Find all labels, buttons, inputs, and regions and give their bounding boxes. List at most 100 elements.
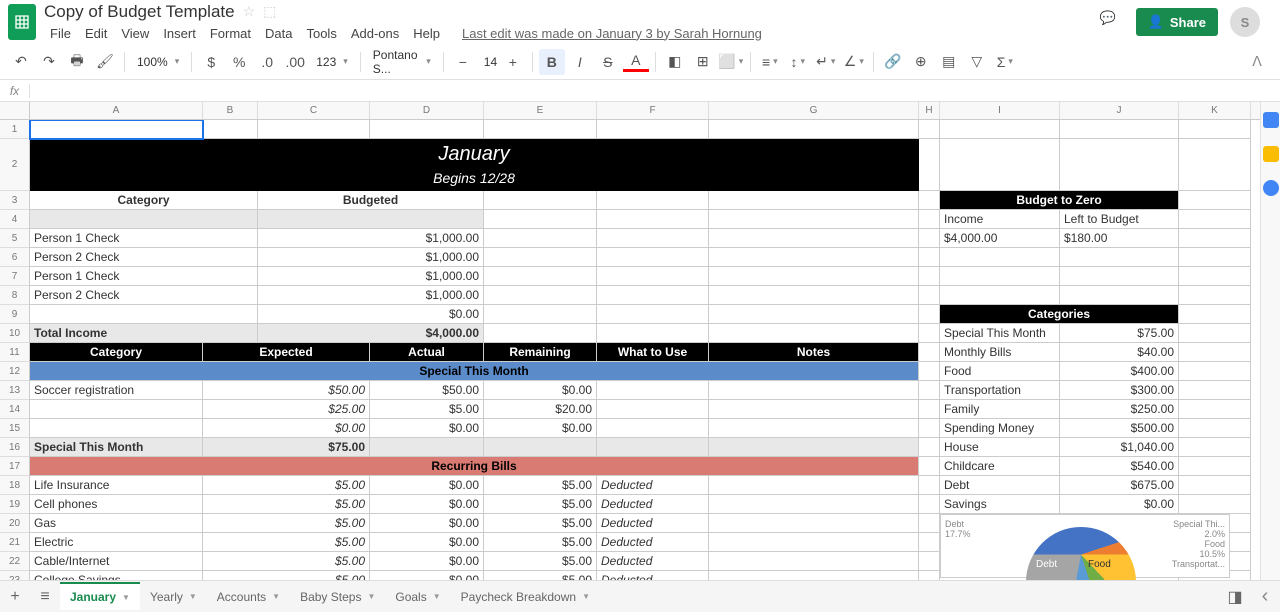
cell[interactable] bbox=[1060, 139, 1179, 191]
chevron-down-icon[interactable]: ▼ bbox=[122, 593, 130, 602]
cell[interactable] bbox=[940, 139, 1060, 191]
cell[interactable]: Categories bbox=[940, 305, 1179, 324]
cell[interactable]: $540.00 bbox=[1060, 457, 1179, 476]
chevron-down-icon[interactable]: ▼ bbox=[433, 592, 441, 601]
cell[interactable]: Debt bbox=[940, 476, 1060, 495]
font-size[interactable]: 14 bbox=[478, 55, 498, 69]
row-header[interactable]: 13 bbox=[0, 381, 29, 400]
cell[interactable]: Total Income bbox=[30, 324, 258, 343]
cell[interactable]: Deducted bbox=[597, 514, 709, 533]
cell[interactable]: $0.00 bbox=[370, 495, 484, 514]
cell[interactable]: $0.00 bbox=[370, 476, 484, 495]
sheets-logo[interactable] bbox=[8, 4, 36, 40]
cell[interactable] bbox=[1179, 324, 1251, 343]
cell[interactable]: $500.00 bbox=[1060, 419, 1179, 438]
menu-edit[interactable]: Edit bbox=[79, 24, 113, 43]
text-color-button[interactable]: A bbox=[623, 52, 649, 72]
cell[interactable]: Category bbox=[30, 343, 203, 362]
cell[interactable] bbox=[919, 362, 940, 381]
cell[interactable]: $0.00 bbox=[370, 419, 484, 438]
cell[interactable]: Special This Month bbox=[940, 324, 1060, 343]
row-header[interactable]: 17 bbox=[0, 457, 29, 476]
row-header[interactable]: 21 bbox=[0, 533, 29, 552]
cell[interactable] bbox=[484, 210, 597, 229]
cell[interactable] bbox=[709, 400, 919, 419]
cell[interactable]: College Savings bbox=[30, 571, 203, 580]
cell[interactable]: $5.00 bbox=[203, 552, 370, 571]
last-edit-info[interactable]: Last edit was made on January 3 by Sarah… bbox=[456, 24, 768, 43]
cell[interactable]: $0.00 bbox=[370, 533, 484, 552]
cell[interactable] bbox=[919, 210, 940, 229]
cell[interactable] bbox=[919, 139, 940, 191]
cell[interactable] bbox=[709, 495, 919, 514]
bold-button[interactable]: B bbox=[539, 49, 565, 75]
cell[interactable]: $25.00 bbox=[203, 400, 370, 419]
cell[interactable] bbox=[919, 419, 940, 438]
row-header[interactable]: 4 bbox=[0, 210, 29, 229]
cell[interactable] bbox=[597, 305, 709, 324]
redo-button[interactable]: ↷ bbox=[36, 49, 62, 75]
cell[interactable]: Deducted bbox=[597, 571, 709, 580]
font-size-increase[interactable]: + bbox=[500, 49, 526, 75]
cell[interactable] bbox=[1179, 400, 1251, 419]
cell[interactable] bbox=[709, 476, 919, 495]
column-header[interactable]: K bbox=[1179, 102, 1251, 119]
cell[interactable] bbox=[709, 533, 919, 552]
calendar-icon[interactable] bbox=[1263, 112, 1279, 128]
cell[interactable]: $5.00 bbox=[484, 533, 597, 552]
currency-button[interactable]: $ bbox=[198, 49, 224, 75]
share-button[interactable]: 👤Share bbox=[1136, 8, 1218, 36]
cell[interactable]: $0.00 bbox=[484, 419, 597, 438]
cell[interactable]: Life Insurance bbox=[30, 476, 203, 495]
pie-chart[interactable]: Debt17.7%Special Thi...2.0%Food10.5%Tran… bbox=[940, 514, 1230, 578]
row-header[interactable]: 2 bbox=[0, 139, 29, 191]
cell[interactable] bbox=[940, 267, 1060, 286]
cell[interactable]: Transportation bbox=[940, 381, 1060, 400]
cell[interactable] bbox=[1179, 305, 1251, 324]
row-header[interactable]: 18 bbox=[0, 476, 29, 495]
cell[interactable]: Person 2 Check bbox=[30, 248, 258, 267]
cell[interactable] bbox=[1179, 343, 1251, 362]
column-header[interactable]: E bbox=[484, 102, 597, 119]
column-header[interactable]: F bbox=[597, 102, 709, 119]
cell[interactable] bbox=[597, 229, 709, 248]
cell[interactable]: Family bbox=[940, 400, 1060, 419]
cell[interactable] bbox=[597, 120, 709, 139]
cell[interactable]: Deducted bbox=[597, 533, 709, 552]
cell[interactable]: $250.00 bbox=[1060, 400, 1179, 419]
paint-format-button[interactable]: 🖌 bbox=[92, 49, 118, 75]
row-header[interactable]: 22 bbox=[0, 552, 29, 571]
cell[interactable]: $4,000.00 bbox=[940, 229, 1060, 248]
cell[interactable]: Special This Month bbox=[30, 438, 203, 457]
cell[interactable] bbox=[919, 381, 940, 400]
row-header[interactable]: 14 bbox=[0, 400, 29, 419]
cell[interactable] bbox=[597, 267, 709, 286]
cell[interactable] bbox=[1179, 139, 1251, 191]
cell[interactable] bbox=[597, 400, 709, 419]
column-header[interactable]: I bbox=[940, 102, 1060, 119]
cell[interactable]: $0.00 bbox=[1060, 495, 1179, 514]
cell[interactable] bbox=[919, 305, 940, 324]
move-icon[interactable]: ⬚ bbox=[263, 3, 276, 20]
increase-decimal-button[interactable]: .00 bbox=[282, 49, 308, 75]
keep-icon[interactable] bbox=[1263, 146, 1279, 162]
menu-view[interactable]: View bbox=[115, 24, 155, 43]
cell[interactable]: $1,040.00 bbox=[1060, 438, 1179, 457]
cell[interactable]: Soccer registration bbox=[30, 381, 203, 400]
cell[interactable] bbox=[940, 286, 1060, 305]
cell[interactable] bbox=[370, 438, 484, 457]
cell[interactable] bbox=[30, 419, 203, 438]
cell[interactable] bbox=[484, 229, 597, 248]
cell[interactable]: Gas bbox=[30, 514, 203, 533]
row-header[interactable]: 16 bbox=[0, 438, 29, 457]
cell[interactable] bbox=[709, 324, 919, 343]
cell[interactable]: Left to Budget bbox=[1060, 210, 1179, 229]
cell[interactable]: Deducted bbox=[597, 476, 709, 495]
italic-button[interactable]: I bbox=[567, 49, 593, 75]
merge-button[interactable]: ⬜ bbox=[718, 49, 744, 75]
cell[interactable]: House bbox=[940, 438, 1060, 457]
cell[interactable] bbox=[597, 324, 709, 343]
cell[interactable]: $40.00 bbox=[1060, 343, 1179, 362]
print-button[interactable]: 🖶 bbox=[64, 49, 90, 75]
row-header[interactable]: 12 bbox=[0, 362, 29, 381]
